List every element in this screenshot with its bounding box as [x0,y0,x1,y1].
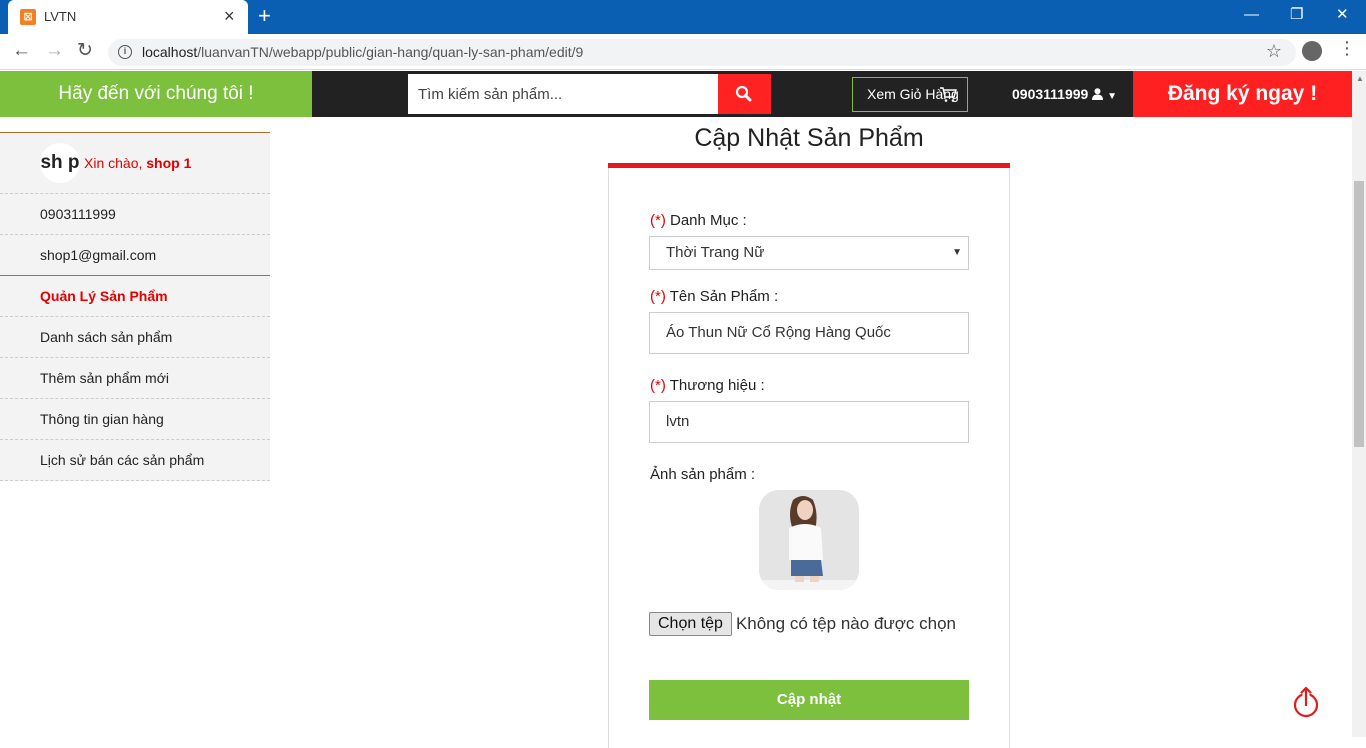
account-menu[interactable]: 0903111999 ▼ [1012,71,1117,117]
brand-input[interactable]: lvtn [649,401,969,443]
product-photo [759,490,859,590]
category-select[interactable]: Thời Trang Nữ ▼ [649,236,969,270]
update-button[interactable]: Cập nhật [649,680,969,720]
forward-arrow-icon[interactable]: → [45,40,64,62]
back-arrow-icon[interactable]: ← [12,40,31,62]
search-input[interactable] [408,74,718,114]
product-image-label: Ảnh sản phẩm : [650,466,756,483]
brand-label: (*) Thương hiệu : [650,377,765,394]
register-button[interactable]: Đăng ký ngay ! [1133,71,1352,117]
sidebar-item-shop-info[interactable]: Thông tin gian hàng [0,399,270,440]
close-window-icon[interactable]: ✕ [1336,5,1349,25]
chevron-down-icon: ▼ [1107,91,1118,102]
browser-toolbar: ← → ↻ i localhost/luanvanTN/webapp/publi… [0,34,1366,70]
url-text: localhost/luanvanTN/webapp/public/gian-h… [142,44,584,60]
shop-sidebar: sh p Xin chào, shop 1 0903111999 shop1@gm… [0,132,270,481]
product-image [759,490,859,590]
cart-icon [940,87,957,102]
scroll-thumb[interactable] [1354,181,1364,447]
dropdown-caret-icon: ▼ [952,247,962,258]
sidebar-item-product-list[interactable]: Danh sách sản phẩm [0,317,270,358]
shop-greeting-row: sh p Xin chào, shop 1 [0,132,270,194]
category-selected-value: Thời Trang Nữ [666,244,765,261]
file-chooser: Chọn tệp Không có tệp nào được chọn [649,612,956,636]
choose-file-button[interactable]: Chọn tệp [649,612,732,636]
bookmark-star-icon[interactable]: ☆ [1266,41,1282,62]
tab-title: LVTN [44,9,77,24]
account-phone: 0903111999 [1012,86,1089,102]
new-tab-icon[interactable]: + [258,5,271,27]
page-scrollbar[interactable]: ▲ [1352,71,1366,737]
extension-icon[interactable] [1302,41,1322,61]
minimize-icon[interactable]: — [1244,5,1259,25]
close-tab-icon[interactable]: × [224,7,235,25]
user-icon [1092,88,1104,100]
site-header: Hãy đến với chúng tôi ! Xem Giỏ Hàng 090… [0,71,1352,117]
sidebar-item-sales-history[interactable]: Lịch sử bán các sản phẩm [0,440,270,481]
category-label: (*) Danh Mục : [650,212,747,229]
product-name-label: (*) Tên Sản Phẩm : [650,288,779,305]
product-management-heading[interactable]: Quản Lý Sản Phẩm [0,276,270,317]
browser-tab-strip: ⊠ LVTN × + — ❐ ✕ [0,0,1366,34]
product-name-input[interactable]: Áo Thun Nữ Cổ Rộng Hàng Quốc [649,312,969,354]
welcome-banner: Hãy đến với chúng tôi ! [0,71,312,117]
page-title: Cập Nhật Sản Phẩm [694,124,924,152]
xampp-favicon-icon: ⊠ [20,9,36,25]
browser-tab[interactable]: ⊠ LVTN × [8,0,248,34]
reload-icon[interactable]: ↻ [77,40,93,62]
sidebar-item-add-product[interactable]: Thêm sản phẩm mới [0,358,270,399]
greeting-text: Xin chào, shop 1 [84,155,192,171]
shop-avatar: sh p [40,142,80,183]
search-icon [735,85,752,102]
browser-menu-icon[interactable]: ⋮ [1338,39,1356,57]
shop-email: shop1@gmail.com [0,235,270,276]
shop-phone: 0903111999 [0,194,270,235]
restore-icon[interactable]: ❐ [1290,5,1303,25]
back-to-top-icon[interactable] [1291,686,1321,720]
scroll-up-arrow-icon[interactable]: ▲ [1356,74,1364,83]
info-icon[interactable]: i [118,45,132,59]
address-bar[interactable]: i localhost/luanvanTN/webapp/public/gian… [108,39,1296,66]
view-cart-button[interactable]: Xem Giỏ Hàng [852,77,968,112]
file-status-text: Không có tệp nào được chọn [735,614,957,633]
search-button[interactable] [718,74,771,114]
